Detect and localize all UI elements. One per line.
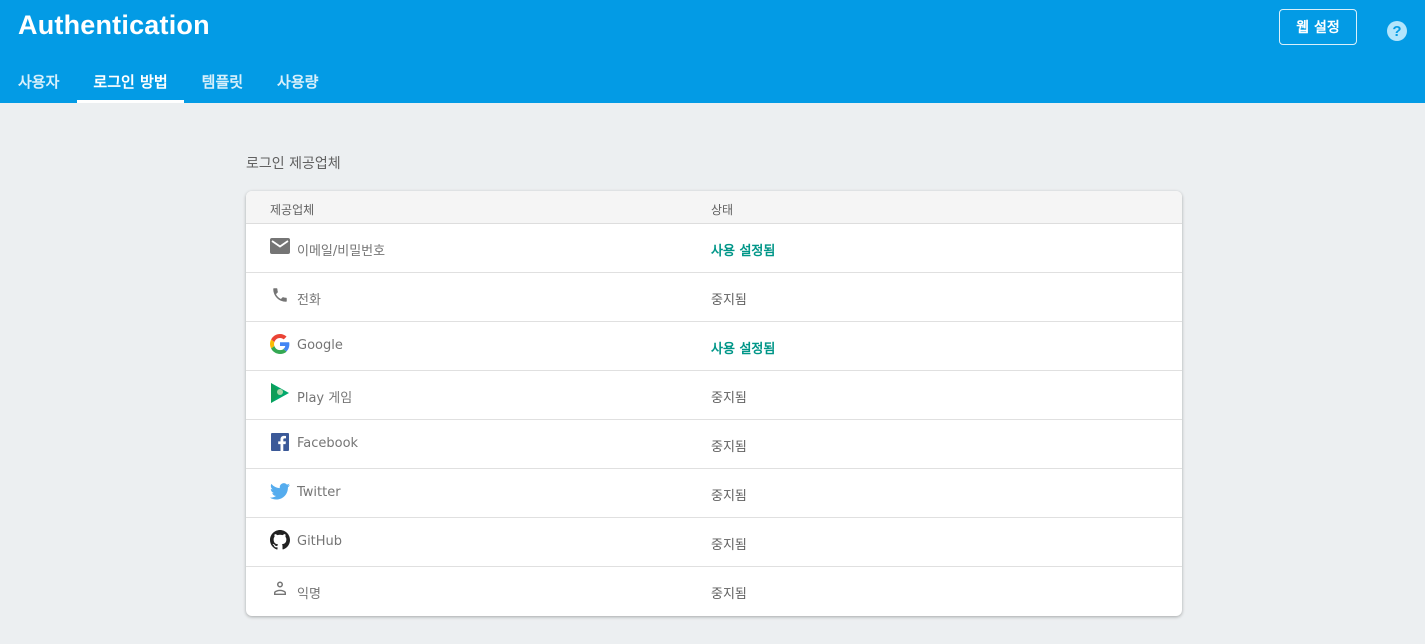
provider-name: Twitter xyxy=(297,485,341,500)
help-icon[interactable]: ? xyxy=(1387,21,1407,41)
tab-label: 사용자 xyxy=(18,73,60,91)
status-label: 중지됨 xyxy=(711,293,747,308)
page-title: Authentication xyxy=(18,10,210,40)
provider-row-anonymous[interactable]: 익명 중지됨 xyxy=(246,567,1182,616)
table-header: 제공업체 상태 xyxy=(246,191,1182,224)
provider-row-github[interactable]: GitHub 중지됨 xyxy=(246,518,1182,567)
tab-bar: 사용자 로그인 방법 템플릿 사용량 xyxy=(0,60,334,103)
provider-row-twitter[interactable]: Twitter 중지됨 xyxy=(246,469,1182,518)
status-label: 사용 설정됨 xyxy=(711,244,776,259)
tab-sign-in-method[interactable]: 로그인 방법 xyxy=(77,60,184,103)
provider-name: Play 게임 xyxy=(297,391,353,406)
tab-usage[interactable]: 사용량 xyxy=(261,60,334,103)
email-icon xyxy=(270,236,290,256)
tab-label: 로그인 방법 xyxy=(93,73,168,91)
provider-row-phone[interactable]: 전화 중지됨 xyxy=(246,273,1182,322)
provider-row-facebook[interactable]: Facebook 중지됨 xyxy=(246,420,1182,469)
anonymous-person-icon xyxy=(270,579,290,599)
twitter-icon xyxy=(270,481,290,501)
tab-label: 사용량 xyxy=(277,73,319,91)
play-games-icon xyxy=(270,383,290,403)
tab-label: 템플릿 xyxy=(201,73,244,91)
facebook-icon xyxy=(270,432,290,452)
section-title: 로그인 제공업체 xyxy=(246,156,341,172)
provider-name: 이메일/비밀번호 xyxy=(297,244,386,259)
provider-row-play-games[interactable]: Play 게임 중지됨 xyxy=(246,371,1182,420)
status-label: 중지됨 xyxy=(711,489,747,504)
github-icon xyxy=(270,530,290,550)
provider-name: Google xyxy=(297,338,343,353)
status-label: 사용 설정됨 xyxy=(711,342,776,357)
phone-icon xyxy=(270,285,290,305)
web-setup-button[interactable]: 웹 설정 xyxy=(1279,9,1357,45)
tab-users[interactable]: 사용자 xyxy=(2,60,75,103)
status-label: 중지됨 xyxy=(711,538,747,553)
providers-table: 제공업체 상태 이메일/비밀번호 사용 설정됨 전화 중지됨 Google 사용… xyxy=(246,191,1182,616)
status-label: 중지됨 xyxy=(711,440,747,455)
app-header: Authentication 웹 설정 ? 사용자 로그인 방법 템플릿 사용량 xyxy=(0,0,1425,103)
status-label: 중지됨 xyxy=(711,587,747,602)
provider-name: 익명 xyxy=(297,587,321,602)
provider-row-email[interactable]: 이메일/비밀번호 사용 설정됨 xyxy=(246,224,1182,273)
column-header-status: 상태 xyxy=(711,203,734,217)
google-icon xyxy=(270,334,290,354)
column-header-provider: 제공업체 xyxy=(270,203,315,217)
provider-name: Facebook xyxy=(297,436,359,451)
tab-templates[interactable]: 템플릿 xyxy=(186,60,259,103)
status-label: 중지됨 xyxy=(711,391,747,406)
provider-row-google[interactable]: Google 사용 설정됨 xyxy=(246,322,1182,371)
provider-name: GitHub xyxy=(297,534,343,549)
provider-name: 전화 xyxy=(297,293,321,308)
